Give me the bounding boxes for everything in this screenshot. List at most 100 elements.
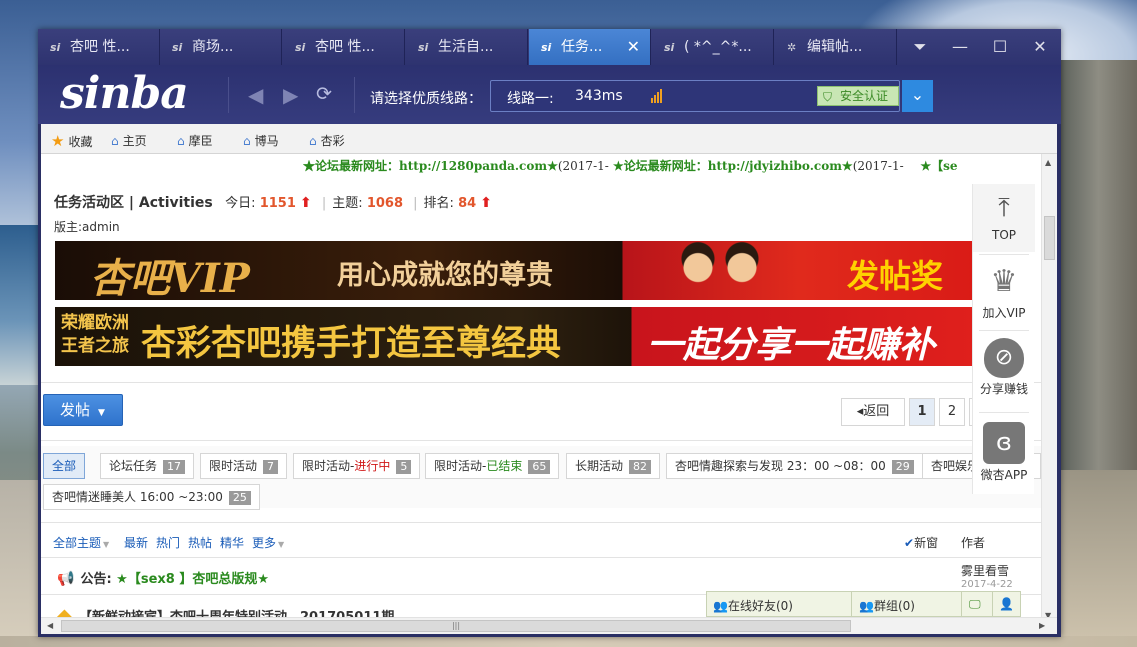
tab[interactable]: si ( *^_^*... — [652, 29, 774, 65]
scrollbar-thumb[interactable] — [1044, 216, 1055, 260]
route-name: 线路一: — [507, 91, 554, 107]
app-download-button[interactable]: ɞ 微杏APP — [973, 422, 1035, 483]
sinba-icon: si — [50, 41, 61, 54]
page-content: ★论坛最新网址：http://1280panda.com★(2017-1- ★论… — [41, 154, 1041, 622]
sinba-icon: si — [172, 41, 183, 54]
route-dropdown-button[interactable]: ⌄ — [902, 80, 933, 112]
user-status-icon[interactable]: 👤 — [999, 597, 1014, 611]
route-selector[interactable]: 线路一: 343ms ⛉ 安全认证 — [490, 80, 900, 112]
bookmark-item[interactable]: ⌂ 主页 — [111, 132, 147, 149]
side-float-panel: ⤒ TOP ♛ 加入VIP ⊘ 分享赚钱 ɞ 微杏APP — [972, 184, 1035, 494]
filter-item[interactable]: 论坛任务 17 — [100, 453, 195, 479]
bookmark-favorites[interactable]: ★ 收藏 — [51, 132, 92, 150]
new-window-checkbox[interactable]: ✔新窗 — [904, 534, 938, 551]
vertical-scrollbar[interactable]: ▲ ▼ — [1041, 154, 1057, 622]
tab-label: ( *^_^*... — [684, 39, 752, 55]
tab-active[interactable]: si 任务... ✕ — [529, 29, 651, 65]
monitor-icon[interactable]: 🖵 — [969, 597, 981, 612]
divider — [41, 382, 1041, 383]
crown-icon: ♛ — [990, 264, 1018, 299]
filter-all[interactable]: 全部 — [43, 453, 86, 479]
back-button[interactable]: ◂返回 — [841, 398, 905, 426]
sort-digest[interactable]: 精华 — [220, 534, 244, 551]
forward-arrow-icon[interactable]: ▶ — [283, 83, 298, 107]
arrow-up-icon: ⬆ — [300, 195, 312, 211]
notice-author[interactable]: 雾里看雪 — [961, 562, 1009, 579]
back-arrow-icon[interactable]: ◀ — [248, 83, 263, 107]
divider — [979, 254, 1029, 255]
divider — [979, 412, 1029, 413]
sort-hot[interactable]: 热门 — [156, 534, 180, 551]
tab[interactable]: ✲ 编辑帖... — [775, 29, 897, 65]
sinba-icon: si — [418, 41, 429, 54]
sort-latest[interactable]: 最新 — [124, 534, 148, 551]
bookmark-item[interactable]: ⌂ 杏彩 — [309, 132, 345, 149]
notice-title[interactable]: ★【sex8 】杏吧总版规★ — [116, 572, 269, 587]
home-icon: ⌂ — [243, 134, 251, 148]
vip-banner[interactable]: 杏吧VIP 用心成就您的尊贵 发帖奖 — [55, 241, 985, 300]
cartoon-image — [665, 241, 775, 300]
online-friends-button[interactable]: 👥在线好友(0) — [713, 597, 793, 614]
notice-row[interactable]: 📢 公告: ★【sex8 】杏吧总版规★ — [57, 568, 269, 587]
bookmark-item[interactable]: ⌂ 摩臣 — [177, 132, 213, 149]
page-1[interactable]: 1 — [909, 398, 935, 426]
security-badge[interactable]: ⛉ 安全认证 — [817, 86, 899, 106]
announcement-marquee: ★论坛最新网址：http://1280panda.com★(2017-1- ★论… — [303, 159, 958, 173]
all-topics-dropdown[interactable]: 全部主题 ▼ — [53, 534, 109, 551]
back-to-top-button[interactable]: ⤒ TOP — [973, 184, 1035, 252]
bookmark-item[interactable]: ⌂ 博马 — [243, 132, 279, 149]
tab-menu-icon[interactable]: ⏷ — [900, 29, 940, 65]
divider — [992, 592, 993, 616]
page-2[interactable]: 2 — [939, 398, 965, 426]
new-post-button[interactable]: 发帖 ▼ — [43, 394, 123, 426]
more-dropdown[interactable]: 更多 ▼ — [252, 534, 284, 551]
topics-count: 1068 — [366, 196, 403, 211]
join-vip-button[interactable]: ♛ 加入VIP — [973, 262, 1035, 321]
tab[interactable]: si 杏吧 性... — [283, 29, 405, 65]
star-icon: ★ — [547, 159, 558, 173]
scroll-left-icon[interactable]: ◀ — [47, 621, 53, 630]
groups-button[interactable]: 👥群组(0) — [859, 597, 915, 614]
scroll-right-icon[interactable]: ▶ — [1039, 621, 1045, 630]
scroll-up-icon[interactable]: ▲ — [1045, 158, 1051, 167]
marquee-link[interactable]: http://1280panda.com — [399, 159, 547, 173]
minimize-icon[interactable]: — — [940, 29, 980, 65]
thread-list-header: 全部主题 ▼ 最新 热门 热帖 精华 更多 ▼ ✔新窗 作者 — [41, 522, 1041, 558]
filter-item[interactable]: 限时活动 7 — [200, 453, 288, 479]
marquee-link[interactable]: http://jdyizhibo.com — [708, 159, 842, 173]
star-icon: ★ — [920, 159, 932, 173]
maximize-icon[interactable]: ☐ — [980, 29, 1020, 65]
filter-item[interactable]: 限时活动-已结束 65 — [425, 453, 560, 479]
star-icon: ★ — [841, 159, 853, 173]
divider — [851, 592, 852, 616]
scrollbar-thumb[interactable]: ||| — [61, 620, 851, 632]
toolbar-divider — [354, 77, 355, 113]
shield-icon: ⛉ — [823, 90, 833, 104]
browser-window: si 杏吧 性... si 商场... si 杏吧 性... si 生活自... si 任… — [38, 29, 1061, 637]
speaker-icon: 📢 — [57, 571, 75, 587]
arrow-top-icon: ⤒ — [998, 193, 1010, 223]
filter-item[interactable]: 杏吧情趣探索与发现 23：00 ~08：00 29 — [666, 453, 923, 479]
sinba-icon: si — [295, 41, 306, 54]
home-icon: ⌂ — [111, 134, 119, 148]
divider — [961, 592, 962, 616]
sort-hot-posts[interactable]: 热帖 — [188, 534, 212, 551]
notice-date: 2017-4-22 — [961, 579, 1013, 590]
filter-item[interactable]: 限时活动-进行中 5 — [293, 453, 421, 479]
filter-bar: 全部 论坛任务 17 限时活动 7 限时活动-进行中 5 限时活动-已结束 65 长期活… — [41, 446, 1041, 510]
sinba-icon: si — [541, 41, 552, 54]
tab[interactable]: si 商场... — [160, 29, 282, 65]
filter-item[interactable]: 杏吧情迷睡美人 16:00 ~23:00 25 — [43, 484, 260, 510]
filter-item[interactable]: 长期活动 82 — [566, 453, 661, 479]
refresh-icon[interactable]: ⟳ — [316, 83, 332, 105]
horizontal-scrollbar[interactable]: ◀ ||| ▶ — [41, 617, 1057, 634]
tab[interactable]: si 杏吧 性... — [38, 29, 160, 65]
tab[interactable]: si 生活自... — [406, 29, 528, 65]
share-earn-button[interactable]: ⊘ 分享赚钱 — [973, 338, 1035, 397]
close-tab-icon[interactable]: ✕ — [627, 29, 640, 65]
bookmarks-bar: ★ 收藏 ⌂ 主页 ⌂ 摩臣 ⌂ 博马 ⌂ 杏彩 — [41, 124, 1057, 154]
close-window-icon[interactable]: ✕ — [1020, 29, 1060, 65]
tab-label: 编辑帖... — [807, 39, 863, 55]
friends-bar: 👥在线好友(0) 👥群组(0) 🖵 👤 — [706, 591, 1021, 617]
promo-banner[interactable]: 荣耀欧洲 王者之旅 杏彩杏吧携手打造至尊经典 一起分享一起赚补 — [55, 307, 985, 366]
